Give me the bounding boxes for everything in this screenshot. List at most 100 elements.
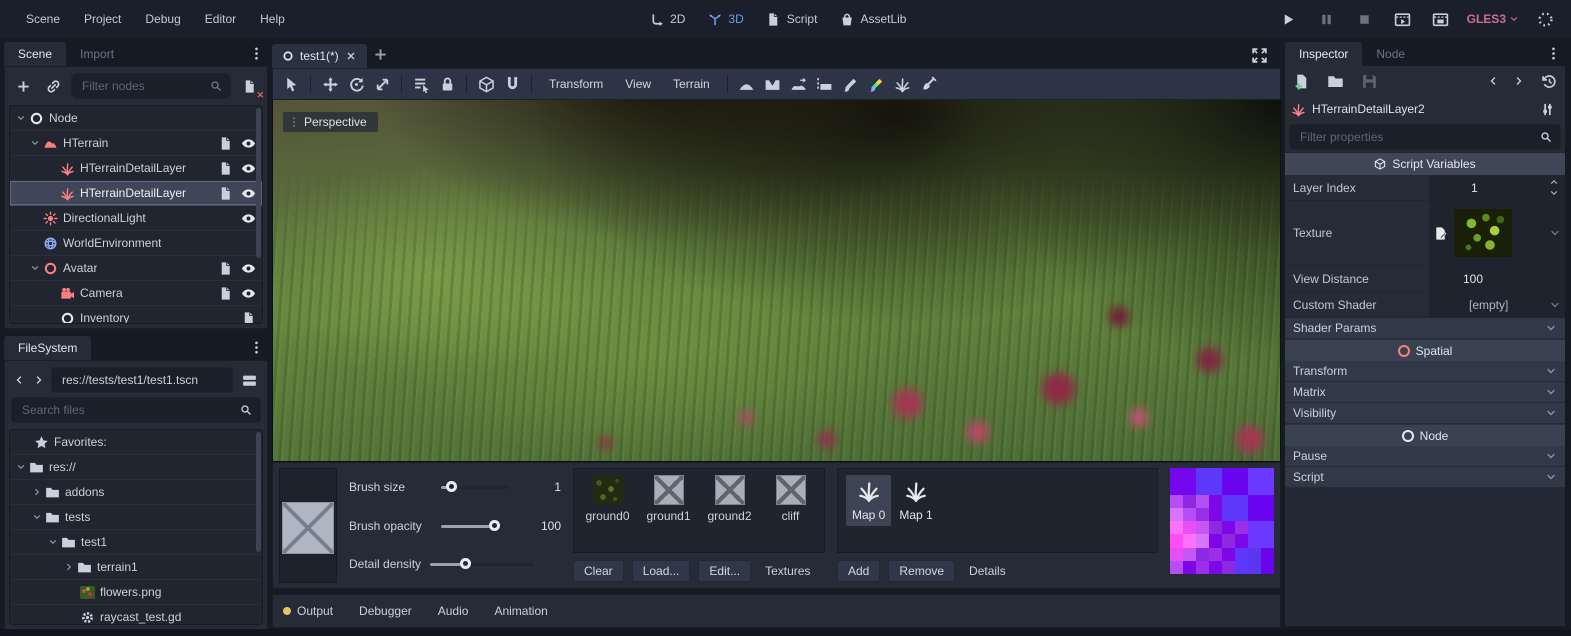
object-history-icon[interactable] (1537, 69, 1561, 93)
terrain-menu[interactable]: Terrain (663, 73, 720, 95)
fs-row[interactable]: addons (10, 480, 262, 505)
terrain-lower-tool-icon[interactable] (761, 72, 785, 96)
scene-tab[interactable]: test1(*) (272, 44, 367, 68)
fs-row[interactable]: res:// (10, 455, 262, 480)
save-resource-icon[interactable] (1357, 69, 1381, 93)
instance-scene-button[interactable] (41, 74, 65, 98)
tab-scene[interactable]: Scene (4, 42, 66, 66)
scene-node-row[interactable]: HTerrainDetailLayer (10, 156, 262, 181)
spinbox-arrows-icon[interactable] (1549, 177, 1561, 198)
terrain-raise-tool-icon[interactable] (735, 72, 759, 96)
brush-shape-selected[interactable] (282, 502, 334, 554)
scene-node-row-selected[interactable]: HTerrainDetailLayer (10, 181, 262, 206)
close-icon[interactable] (345, 50, 357, 62)
menu-scene[interactable]: Scene (14, 8, 72, 30)
layer-index-field[interactable]: 1 (1429, 175, 1565, 200)
perspective-menu[interactable]: Perspective (283, 112, 378, 132)
visibility-eye-icon[interactable] (241, 211, 256, 226)
group-cube-button[interactable] (474, 72, 498, 96)
renderer-selector[interactable]: GLES3 (1467, 12, 1519, 26)
scene-node-row[interactable]: Inventory (10, 306, 262, 324)
scrollbar[interactable] (256, 432, 261, 552)
script-icon[interactable] (218, 261, 233, 276)
rotate-tool-button[interactable] (344, 72, 368, 96)
visibility-eye-icon[interactable] (241, 261, 256, 276)
object-tools-icon[interactable] (1535, 97, 1559, 121)
script-icon[interactable] (241, 311, 256, 325)
workspace-script-button[interactable]: Script (766, 12, 818, 27)
select-tool-button[interactable] (279, 72, 303, 96)
clear-button[interactable]: Clear (573, 560, 624, 582)
collapse-arrow-icon[interactable] (16, 113, 29, 123)
fs-row[interactable]: test1 (10, 530, 262, 555)
snap-magnet-button[interactable] (500, 72, 524, 96)
menu-editor[interactable]: Editor (193, 8, 248, 30)
add-node-button[interactable] (11, 74, 35, 98)
chevron-down-icon[interactable] (1549, 299, 1561, 311)
visibility-eye-icon[interactable] (241, 186, 256, 201)
group-script[interactable]: Script (1285, 467, 1565, 488)
update-spinner-icon[interactable] (1533, 7, 1557, 31)
fs-row[interactable]: tests (10, 505, 262, 530)
group-shader-params[interactable]: Shader Params (1285, 318, 1565, 339)
texture-slot[interactable]: ground1 (643, 475, 694, 523)
fs-row[interactable]: Favorites: (10, 430, 262, 455)
panel-menu-icon[interactable] (1541, 41, 1565, 65)
script-icon[interactable] (218, 186, 233, 201)
remove-map-button[interactable]: Remove (888, 560, 955, 582)
history-forward-button[interactable] (31, 368, 47, 392)
workspace-assetlib-button[interactable]: AssetLib (839, 12, 906, 27)
collapse-arrow-icon[interactable] (48, 537, 61, 547)
collapse-arrow-icon[interactable] (16, 462, 29, 472)
scene-node-row[interactable]: WorldEnvironment (10, 231, 262, 256)
load-resource-folder-icon[interactable] (1323, 69, 1347, 93)
workspace-3d-button[interactable]: 3D (707, 12, 743, 27)
distraction-free-expand-icon[interactable] (1247, 43, 1271, 67)
animation-button[interactable]: Animation (494, 604, 547, 618)
group-matrix[interactable]: Matrix (1285, 382, 1565, 403)
scene-node-row[interactable]: DirectionalLight (10, 206, 262, 231)
detach-script-button[interactable]: ✕ (237, 74, 261, 98)
search-files-input[interactable] (11, 397, 261, 423)
custom-shader-field[interactable]: [empty] (1429, 292, 1565, 317)
history-back-button[interactable] (11, 368, 27, 392)
script-icon[interactable] (218, 136, 233, 151)
menu-project[interactable]: Project (72, 8, 133, 30)
texture-preview-thumbnail[interactable] (1454, 209, 1512, 257)
tab-node[interactable]: Node (1362, 42, 1419, 66)
play-button[interactable] (1277, 7, 1301, 31)
edit-resource-icon[interactable] (1433, 226, 1448, 241)
scene-node-row[interactable]: Camera (10, 281, 262, 306)
collapse-arrow-icon[interactable] (32, 487, 45, 497)
detail-density-slider[interactable] (430, 558, 534, 570)
history-next-icon[interactable] (1511, 69, 1527, 93)
terrain-smooth-tool-icon[interactable] (787, 72, 811, 96)
transform-menu[interactable]: Transform (539, 73, 613, 95)
brush-opacity-slider[interactable] (441, 520, 503, 532)
texture-slot[interactable]: ground0 (582, 475, 633, 523)
fs-row[interactable]: flowers.png (10, 580, 262, 605)
tab-filesystem[interactable]: FileSystem (4, 336, 91, 360)
3d-viewport[interactable]: Perspective (272, 100, 1281, 462)
panel-menu-icon[interactable] (244, 41, 268, 65)
filter-properties-input[interactable] (1289, 124, 1561, 150)
new-scene-tab-button[interactable] (373, 47, 388, 62)
move-tool-button[interactable] (318, 72, 342, 96)
detail-map-item[interactable]: Map 1 (893, 475, 938, 526)
texture-slot[interactable]: cliff (765, 475, 816, 523)
scrollbar[interactable] (256, 108, 261, 258)
fs-row[interactable]: terrain1 (10, 555, 262, 580)
script-icon[interactable] (218, 161, 233, 176)
stop-button[interactable] (1353, 7, 1377, 31)
script-icon[interactable] (218, 286, 233, 301)
debugger-button[interactable]: Debugger (359, 604, 412, 618)
brush-shape-item[interactable] (282, 554, 334, 582)
play-custom-scene-button[interactable] (1429, 7, 1453, 31)
pause-button[interactable] (1315, 7, 1339, 31)
fs-row[interactable]: raycast_test.gd (10, 605, 262, 625)
history-prev-icon[interactable] (1485, 69, 1501, 93)
tab-import[interactable]: Import (66, 42, 128, 66)
group-visibility[interactable]: Visibility (1285, 403, 1565, 424)
new-resource-icon[interactable] (1289, 69, 1313, 93)
terrain-shovel-tool-icon[interactable] (917, 72, 941, 96)
